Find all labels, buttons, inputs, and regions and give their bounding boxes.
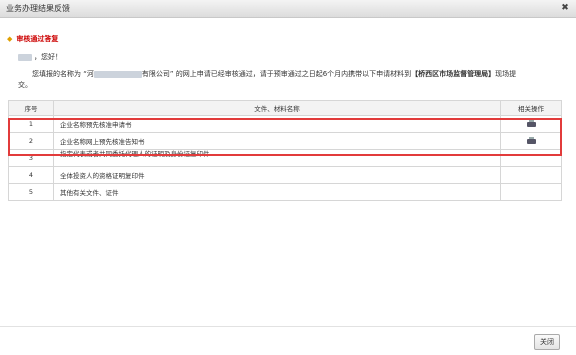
row-document-name: 企业名称预先核准申请书 <box>53 115 501 133</box>
printer-icon[interactable] <box>526 119 536 127</box>
status-text: 审核通过答复 <box>16 35 59 43</box>
table-row: 3 指定代表或者共同委托代理人的证明及身份证复印件 <box>8 149 562 167</box>
dialog-titlebar: 业务办理结果反馈 ✖ <box>0 0 576 18</box>
row-action <box>500 183 562 201</box>
close-icon[interactable]: ✖ <box>560 2 570 14</box>
row-document-name: 指定代表或者共同委托代理人的证明及身份证复印件 <box>53 149 501 167</box>
redacted-company-name <box>93 70 142 78</box>
printer-icon[interactable] <box>526 136 536 144</box>
row-number: 4 <box>8 166 54 184</box>
row-document-name-text: 指定代表或者共同委托代理人的证明及身份证复印件 <box>60 150 210 158</box>
message-part1: 您填报的名称为 “河 <box>32 70 94 78</box>
row-action <box>500 149 562 167</box>
header-document-name: 文件、材料名称 <box>53 100 501 116</box>
table-header-row: 序号 文件、材料名称 相关操作 <box>8 100 562 116</box>
office-name: 【桥西区市场监督管理局】 <box>411 70 496 78</box>
row-number: 5 <box>8 183 54 201</box>
row-action <box>500 166 562 184</box>
greeting: ，您好！ <box>18 52 62 62</box>
row-action <box>500 115 562 133</box>
redacted-username <box>18 53 32 61</box>
greeting-text: ，您好！ <box>34 53 62 61</box>
table-row: 5 其他有关文件、证件 <box>8 183 562 201</box>
documents-table: 序号 文件、材料名称 相关操作 1 企业名称预先核准申请书 2 企业名称网上预先… <box>8 100 562 201</box>
row-document-name: 全体投资人的资格证明复印件 <box>53 166 501 184</box>
header-actions: 相关操作 <box>500 100 562 116</box>
message-part3: 现场提 <box>495 70 517 78</box>
diamond-icon: ◆ <box>7 35 13 43</box>
table-row: 1 企业名称预先核准申请书 <box>8 115 562 133</box>
dialog-title: 业务办理结果反馈 <box>6 4 70 13</box>
table-row: 2 企业名称网上预先核准告知书 <box>8 132 562 150</box>
status-heading: ◆ 审核通过答复 <box>7 34 58 44</box>
approval-message: 您填报的名称为 “河 有限公司” 的网上申请已经审核通过，请于预审通过之日起6个月… <box>32 68 562 80</box>
row-document-name: 其他有关文件、证件 <box>53 183 501 201</box>
row-number: 2 <box>8 132 54 150</box>
row-number: 3 <box>8 149 54 167</box>
dialog-footer: 关闭 <box>0 326 576 355</box>
row-action <box>500 132 562 150</box>
close-button[interactable]: 关闭 <box>534 334 560 350</box>
message-line2: 交。 <box>18 81 32 89</box>
header-number: 序号 <box>8 100 54 116</box>
row-number: 1 <box>8 115 54 133</box>
result-feedback-dialog: 业务办理结果反馈 ✖ ◆ 审核通过答复 ，您好！ 您填报的名称为 “河 有限公司” … <box>0 0 576 355</box>
message-part2: 有限公司” 的网上申请已经审核通过，请于预审通过之日起6个月内携带以下申请材料到 <box>141 70 412 78</box>
row-document-name: 企业名称网上预先核准告知书 <box>53 132 501 150</box>
table-row: 4 全体投资人的资格证明复印件 <box>8 166 562 184</box>
